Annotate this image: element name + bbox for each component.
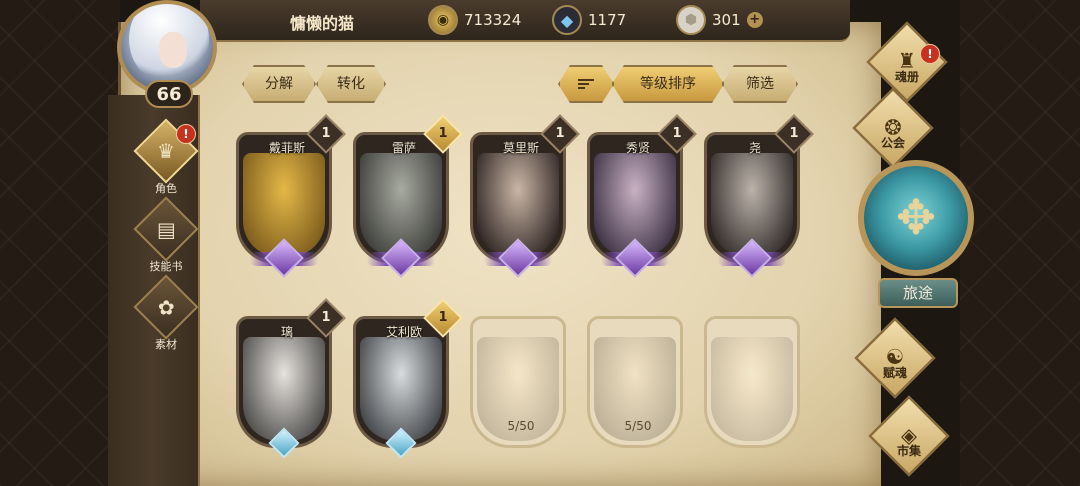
character-card[interactable]: 艾利欧 1 [353, 298, 463, 459]
gold-value: 713324 [464, 11, 522, 29]
crystal-resource[interactable]: ◆ 1177 [552, 4, 626, 36]
left-menu-character[interactable]: ♛ 角色 ! [133, 118, 199, 196]
notification-badge: ! [176, 124, 196, 144]
locked-character-card[interactable]: 5/50 [587, 316, 683, 456]
left-menu-materials[interactable]: ✿ 素材 [133, 274, 199, 352]
character-card[interactable]: 尧1 [704, 114, 814, 278]
add-stone-button[interactable]: + [746, 12, 763, 28]
right-background-pattern [960, 0, 1080, 486]
character-card[interactable]: 莫里斯 1 [470, 114, 580, 278]
character-card[interactable]: 秀贤 1 [587, 114, 697, 278]
decompose-button[interactable]: 分解 [242, 65, 316, 103]
card-frame: 5/50 [470, 316, 566, 448]
right-menu-label: 赋魂 [882, 366, 907, 380]
character-portrait [360, 337, 442, 441]
locked-character-card[interactable] [704, 316, 800, 456]
player-level-badge: 66 [145, 80, 193, 108]
soul-stone-icon: ⬢ [676, 5, 706, 35]
blue-crystal-icon: ◆ [552, 5, 582, 35]
left-menu-skill-book[interactable]: ▤ 技能书 [133, 196, 199, 274]
gold-coin-icon: ◉ [428, 5, 458, 35]
level-sort-button[interactable]: 等级排序 [612, 65, 724, 103]
skill-book-icon: ▤ [133, 196, 199, 262]
sort-icon [578, 77, 594, 91]
filter-button[interactable]: 筛选 [722, 65, 798, 103]
travel-emblem-icon: ✥ [858, 160, 974, 276]
left-background-pattern [0, 0, 120, 486]
right-menu-market[interactable]: ◈ 市集 [864, 395, 954, 477]
crystal-value: 1177 [588, 11, 627, 29]
character-card[interactable]: 戴菲斯 1 [236, 114, 346, 278]
right-menu-label: 市集 [896, 444, 921, 458]
stone-value: 301 [712, 11, 741, 29]
card-frame [704, 316, 800, 448]
right-menu-soul-book[interactable]: ♜ 魂册 ! [862, 21, 952, 103]
character-portrait [711, 337, 793, 441]
travel-button[interactable]: ✥ 旅途 [858, 160, 976, 310]
player-name: 慵懒的猫 [290, 14, 355, 33]
materials-icon: ✿ [133, 274, 199, 340]
card-frame: 5/50 [587, 316, 683, 448]
right-menu-guild[interactable]: ❂ 公会 [848, 87, 938, 169]
travel-label: 旅途 [878, 278, 958, 308]
stone-resource[interactable]: ⬢ 301 + [676, 4, 763, 36]
gold-resource[interactable]: ◉ 713324 [428, 4, 521, 36]
character-portrait [243, 337, 325, 441]
shard-progress: 5/50 [624, 419, 652, 433]
locked-character-card[interactable]: 5/50 [470, 316, 566, 456]
right-menu-label: 公会 [880, 136, 905, 150]
right-menu-label: 魂册 [894, 70, 919, 84]
convert-button[interactable]: 转化 [316, 65, 386, 103]
character-card[interactable]: 雷萨 1 [353, 114, 463, 278]
sort-order-button[interactable] [558, 65, 614, 103]
right-menu-soul-infuse[interactable]: ☯ 赋魂 [850, 317, 940, 399]
shard-progress: 5/50 [507, 419, 535, 433]
notification-badge: ! [920, 44, 940, 64]
character-card[interactable]: 璃1 [236, 298, 346, 459]
